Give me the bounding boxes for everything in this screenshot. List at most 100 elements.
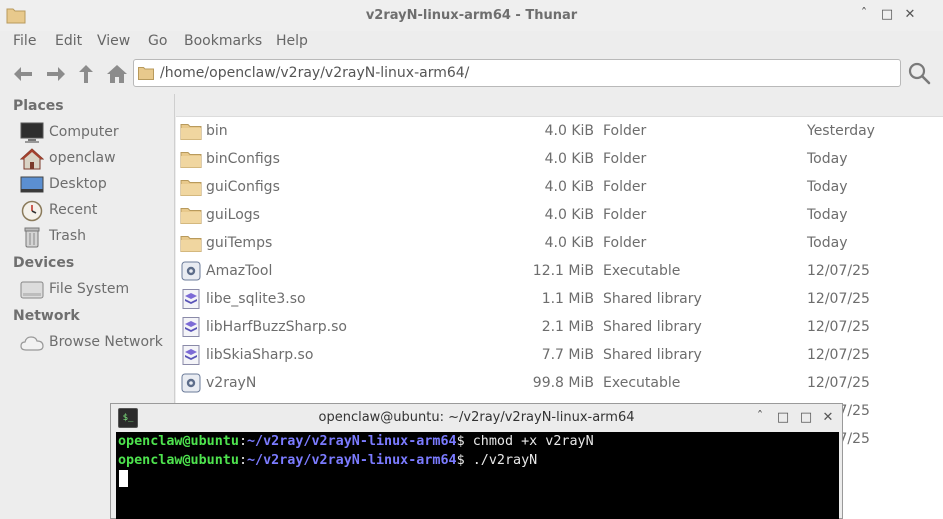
file-date: Today [807,207,848,223]
menu-help[interactable]: Help [276,33,308,49]
file-date: 12/07/25 [807,263,870,279]
sidebar-heading-network: Network [13,308,80,324]
file-type: Folder [603,207,647,223]
file-size: 2.1 MiB [541,319,594,335]
sidebar-item-browse-network[interactable]: Browse Network [20,332,172,354]
shared-library-icon [180,345,202,365]
sidebar-item-label: openclaw [49,150,116,166]
file-name: libe_sqlite3.so [206,291,306,307]
menu-bar: File Edit View Go Bookmarks Help [0,31,943,55]
file-size: 4.0 KiB [544,207,594,223]
sidebar-item-label: Computer [49,124,119,140]
file-row[interactable]: binConfigs 4.0 KiB Folder Today [176,145,943,173]
forward-arrow-icon[interactable] [43,62,67,86]
network-icon [20,336,44,351]
terminal-close-button[interactable]: ✕ [821,411,835,425]
terminal-cursor [119,470,128,487]
sidebar-item-label: Recent [49,202,98,218]
sidebar-item-computer[interactable]: Computer [20,122,172,144]
file-date: Yesterday [807,123,875,139]
terminal-line: openclaw@ubuntu:~/v2ray/v2rayN-linux-arm… [118,434,594,449]
maximize-button[interactable]: □ [880,8,894,22]
file-size: 4.0 KiB [544,123,594,139]
menu-bookmarks[interactable]: Bookmarks [184,33,262,49]
back-arrow-icon[interactable] [12,62,36,86]
file-date: Today [807,235,848,251]
sidebar-item-label: Desktop [49,176,107,192]
location-bar[interactable]: /home/openclaw/v2ray/v2rayN-linux-arm64/ [133,59,901,87]
sidebar-item-desktop[interactable]: Desktop [20,174,172,196]
sidebar-heading-places: Places [13,98,64,114]
file-type: Shared library [603,291,702,307]
terminal-restore-button[interactable]: □ [799,411,813,425]
trash-icon [24,227,40,248]
file-row[interactable]: libe_sqlite3.so 1.1 MiB Shared library 12/0… [176,285,943,313]
file-size: 7.7 MiB [541,347,594,363]
file-type: Folder [603,123,647,139]
executable-icon [180,261,202,281]
executable-icon [180,373,202,393]
file-row[interactable]: guiLogs 4.0 KiB Folder Today [176,201,943,229]
menu-edit[interactable]: Edit [55,33,82,49]
folder-icon [180,205,202,225]
file-row[interactable]: AmazTool 12.1 MiB Executable 12/07/25 [176,257,943,285]
up-arrow-icon[interactable] [74,62,98,86]
file-type: Executable [603,375,681,391]
search-icon[interactable] [906,60,932,86]
menu-file[interactable]: File [13,33,36,49]
menu-view[interactable]: View [97,33,130,49]
sidebar-item-label: Browse Network [49,334,163,350]
minimize-button[interactable]: ˆ [857,8,871,22]
file-size: 1.1 MiB [541,291,594,307]
drive-icon [20,281,44,299]
sidebar-heading-devices: Devices [13,255,75,271]
terminal-body[interactable]: openclaw@ubuntu:~/v2ray/v2rayN-linux-arm… [116,432,839,519]
sidebar-item-recent[interactable]: Recent [20,200,172,222]
file-size: 4.0 KiB [544,235,594,251]
terminal-minimize-button[interactable]: ˆ [753,411,767,425]
file-date: Today [807,151,848,167]
file-row[interactable]: libSkiaSharp.so 7.7 MiB Shared library 12/0… [176,341,943,369]
file-size: 99.8 MiB [532,375,594,391]
desktop-icon [20,176,44,193]
terminal-maximize-button[interactable]: □ [776,411,790,425]
recent-icon [21,200,43,222]
file-name: bin [206,123,228,139]
close-button[interactable]: ✕ [903,8,917,22]
file-type: Folder [603,235,647,251]
terminal-window: $_ openclaw@ubuntu: ~/v2ray/v2rayN-linux… [110,403,843,519]
sidebar-item-trash[interactable]: Trash [20,226,172,248]
file-size: 12.1 MiB [532,263,594,279]
file-row[interactable]: bin 4.0 KiB Folder Yesterday [176,117,943,145]
file-row[interactable]: libHarfBuzzSharp.so 2.1 MiB Shared library… [176,313,943,341]
sidebar-item-openclaw[interactable]: openclaw [20,148,172,170]
file-row[interactable]: guiTemps 4.0 KiB Folder Today [176,229,943,257]
shared-library-icon [180,289,202,309]
file-date: 12/07/25 [807,375,870,391]
sidebar-item-file-system[interactable]: File System [20,279,172,301]
home-icon[interactable] [105,62,129,86]
file-size: 4.0 KiB [544,179,594,195]
file-row[interactable]: v2rayN 99.8 MiB Executable 12/07/25 [176,369,943,397]
terminal-line: openclaw@ubuntu:~/v2ray/v2rayN-linux-arm… [118,453,538,468]
home-icon [20,148,44,170]
file-date: 12/07/25 [807,291,870,307]
sidebar-item-label: Trash [49,228,86,244]
terminal-titlebar[interactable]: $_ openclaw@ubuntu: ~/v2ray/v2rayN-linux… [111,404,842,432]
file-type: Folder [603,179,647,195]
folder-icon [180,149,202,169]
window-titlebar[interactable]: v2rayN-linux-arm64 - Thunar ˆ □ ✕ [0,0,943,31]
file-row[interactable]: guiConfigs 4.0 KiB Folder Today [176,173,943,201]
file-name: v2rayN [206,375,257,391]
menu-go[interactable]: Go [148,33,167,49]
folder-icon [138,67,154,80]
computer-icon [20,122,44,143]
file-date: 12/07/25 [807,347,870,363]
folder-icon [180,177,202,197]
sidebar-item-label: File System [49,281,130,297]
file-type: Shared library [603,319,702,335]
file-name: AmazTool [206,263,273,279]
file-type: Executable [603,263,681,279]
file-name: guiLogs [206,207,260,223]
file-size: 4.0 KiB [544,151,594,167]
